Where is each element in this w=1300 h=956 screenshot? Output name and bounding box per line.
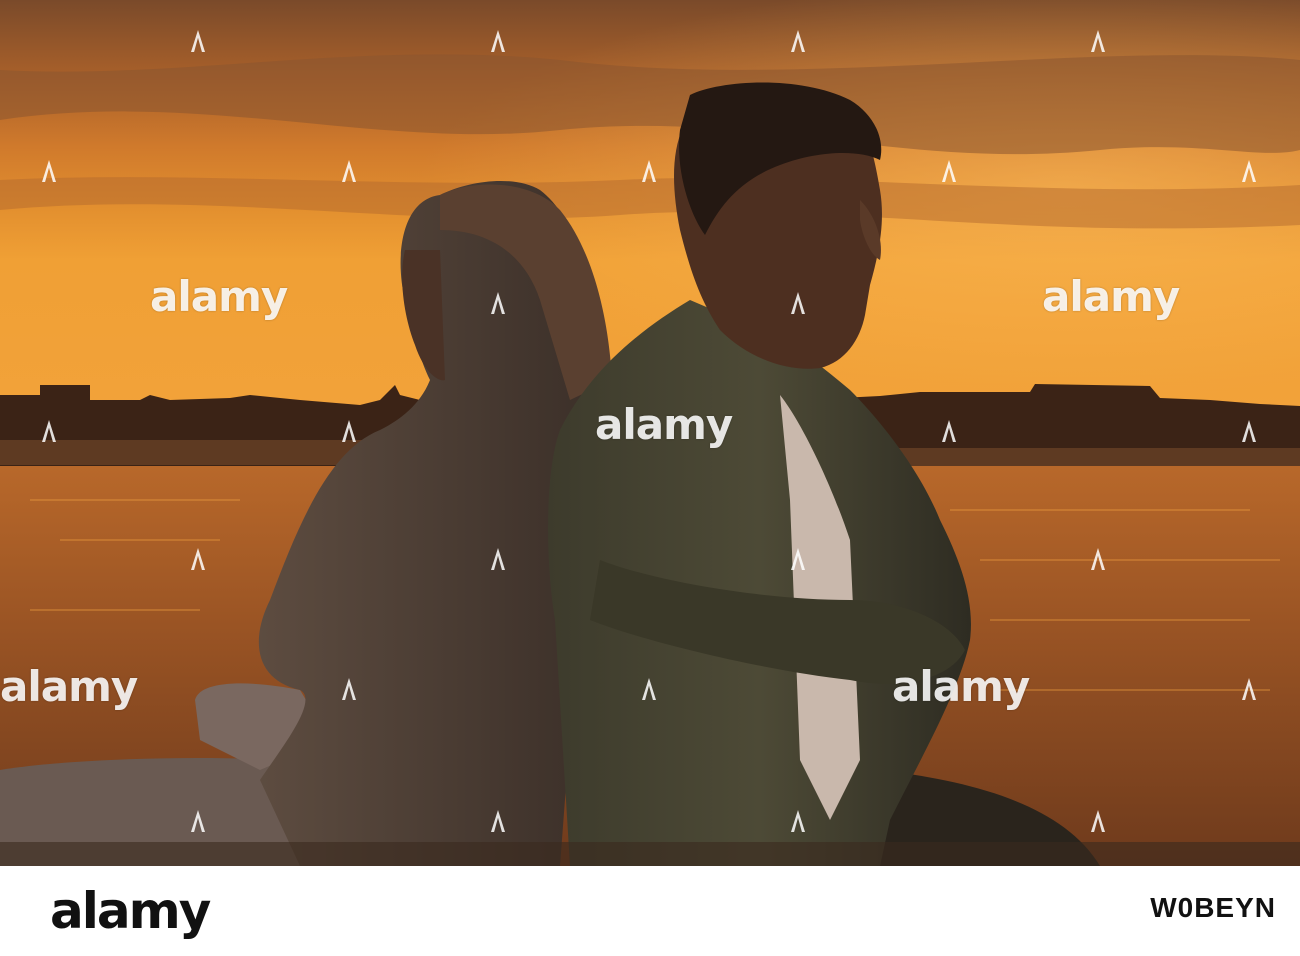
watermark-text: alamy (892, 662, 1030, 711)
watermark-mark (1091, 810, 1105, 832)
watermark-text: alamy (1042, 272, 1180, 321)
watermark-mark (791, 292, 805, 314)
watermark-mark (1242, 420, 1256, 442)
watermark-mark (491, 548, 505, 570)
watermark-mark (42, 160, 56, 182)
watermark-mark (191, 810, 205, 832)
sunset-couple-photo: alamy alamy alamy alamy alamy (0, 0, 1300, 866)
watermark-mark (342, 678, 356, 700)
watermark-mark (491, 30, 505, 52)
stone-ledge (0, 842, 1300, 866)
watermark-mark (791, 30, 805, 52)
footer-logo: alamy (50, 882, 211, 940)
watermark-mark (491, 292, 505, 314)
watermark-mark (191, 30, 205, 52)
watermark-mark (642, 678, 656, 700)
watermark-mark (1091, 30, 1105, 52)
watermark-mark (342, 160, 356, 182)
watermark-mark (1242, 678, 1256, 700)
watermark-mark (791, 810, 805, 832)
watermark-mark (942, 160, 956, 182)
watermark-mark (1242, 160, 1256, 182)
watermark-mark (791, 548, 805, 570)
watermark-text: alamy (0, 662, 138, 711)
watermark-text: alamy (150, 272, 288, 321)
watermark-mark (191, 548, 205, 570)
watermark-mark (42, 420, 56, 442)
watermark-mark (642, 160, 656, 182)
watermark-mark (342, 420, 356, 442)
watermark-text: alamy (595, 400, 733, 449)
watermark-mark (942, 420, 956, 442)
watermark-mark (1091, 548, 1105, 570)
watermark-mark (491, 810, 505, 832)
image-id: W0BEYN (1150, 892, 1276, 923)
